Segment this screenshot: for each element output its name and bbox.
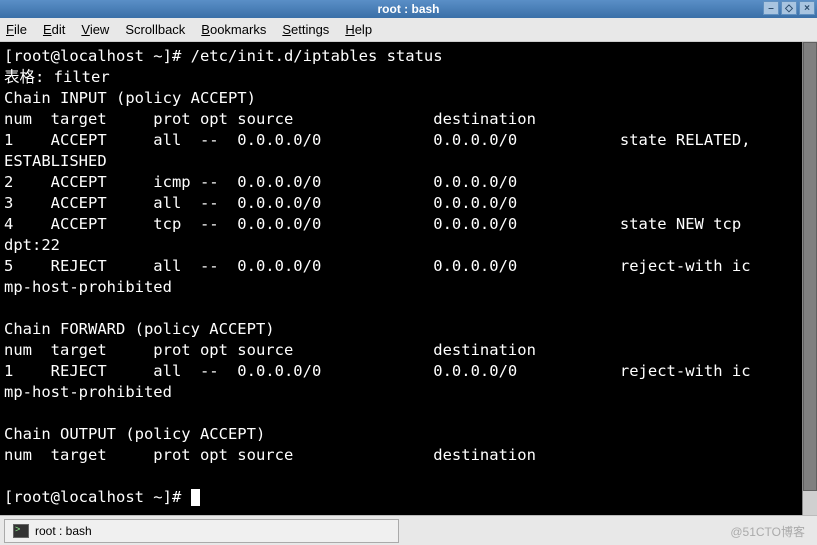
window-controls: – ◇ ×: [763, 1, 815, 15]
menubar: File Edit View Scrollback Bookmarks Sett…: [0, 18, 817, 42]
menu-file[interactable]: File: [6, 22, 27, 37]
window-title: root : bash: [378, 2, 440, 16]
prompt-line: [root@localhost ~]#: [4, 488, 191, 506]
menu-edit[interactable]: Edit: [43, 22, 65, 37]
menu-settings[interactable]: Settings: [282, 22, 329, 37]
taskbar-item-terminal[interactable]: root : bash: [4, 519, 399, 543]
terminal-output[interactable]: [root@localhost ~]# /etc/init.d/iptables…: [0, 42, 802, 515]
menu-scrollback[interactable]: Scrollback: [125, 22, 185, 37]
window-titlebar: root : bash – ◇ ×: [0, 0, 817, 18]
watermark: @51CTO博客: [730, 523, 805, 540]
scroll-thumb[interactable]: [803, 42, 817, 491]
cursor: [191, 489, 200, 506]
terminal-container: [root@localhost ~]# /etc/init.d/iptables…: [0, 42, 817, 515]
menu-help[interactable]: Help: [345, 22, 372, 37]
close-button[interactable]: ×: [799, 1, 815, 15]
terminal-icon: [13, 524, 29, 538]
menu-view[interactable]: View: [81, 22, 109, 37]
maximize-button[interactable]: ◇: [781, 1, 797, 15]
scrollbar[interactable]: [802, 42, 817, 515]
taskbar-item-label: root : bash: [35, 524, 92, 538]
minimize-button[interactable]: –: [763, 1, 779, 15]
menu-bookmarks[interactable]: Bookmarks: [201, 22, 266, 37]
taskbar: root : bash @51CTO博客: [0, 515, 817, 545]
